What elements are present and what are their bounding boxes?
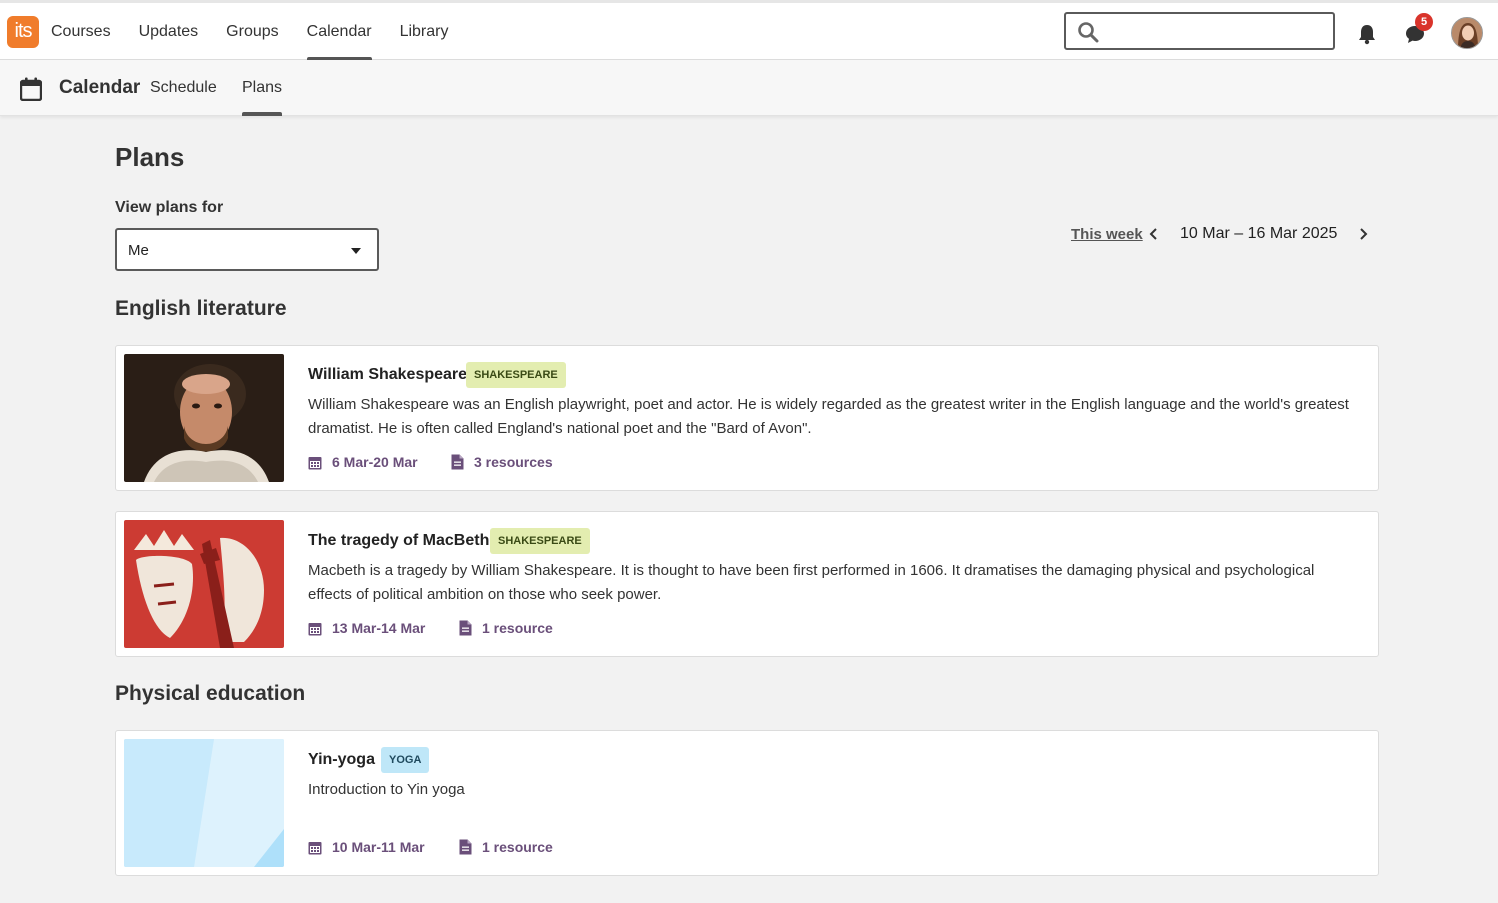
plan-resources-text[interactable]: 3 resources — [474, 454, 553, 470]
plan-resources[interactable]: 3 resources — [451, 454, 553, 470]
view-plans-for-select[interactable]: Me — [115, 228, 379, 271]
calendar-icon — [308, 456, 322, 469]
plan-card[interactable]: William Shakespeare SHAKESPEARE William … — [115, 345, 1379, 491]
search-box[interactable] — [1064, 12, 1335, 50]
plan-tag: YOGA — [381, 747, 430, 773]
plan-dates: 13 Mar-14 Mar — [308, 620, 425, 636]
caret-down-icon — [351, 248, 361, 254]
plan-thumbnail — [124, 354, 284, 482]
document-icon — [459, 839, 472, 855]
nav-item-calendar[interactable]: Calendar — [306, 3, 372, 61]
main-nav: Courses Updates Groups Calendar Library — [51, 3, 476, 61]
plan-dates-text: 13 Mar-14 Mar — [332, 620, 426, 636]
plan-card[interactable]: The tragedy of MacBeth SHAKESPEARE Macbe… — [115, 511, 1379, 657]
nav-item-library[interactable]: Library — [400, 3, 449, 60]
user-avatar-image — [1452, 18, 1482, 48]
plan-dates-text: 6 Mar-20 Mar — [332, 454, 418, 470]
section-title-english-literature: English literature — [115, 297, 287, 320]
nav-item-updates[interactable]: Updates — [139, 3, 199, 60]
messages-badge: 5 — [1415, 13, 1433, 31]
subnav-title: Calendar — [59, 77, 141, 98]
plan-tag: SHAKESPEARE — [466, 362, 566, 388]
plan-dates: 6 Mar-20 Mar — [308, 454, 418, 470]
select-value: Me — [128, 242, 149, 259]
chevron-right-icon[interactable] — [1356, 226, 1370, 242]
tab-plans[interactable]: Plans — [242, 60, 283, 116]
app-logo[interactable]: its — [7, 16, 39, 48]
document-icon — [451, 454, 464, 470]
view-plans-for-label: View plans for — [115, 199, 224, 216]
plan-resources[interactable]: 1 resource — [459, 839, 553, 855]
plan-tag: SHAKESPEARE — [490, 528, 590, 554]
chevron-left-icon[interactable] — [1147, 226, 1161, 242]
plan-title[interactable]: William Shakespeare — [308, 366, 467, 384]
top-navigation-bar: its Courses Updates Groups Calendar Libr… — [0, 0, 1498, 61]
plan-title[interactable]: Yin-yoga — [308, 751, 375, 769]
search-input[interactable] — [1106, 20, 1326, 42]
calendar-subnav: Calendar Schedule Plans — [0, 60, 1498, 116]
plan-title[interactable]: The tragedy of MacBeth — [308, 532, 489, 550]
plan-dates: 10 Mar-11 Mar — [308, 839, 425, 855]
plan-thumbnail — [124, 739, 284, 867]
plan-dates-text: 10 Mar-11 Mar — [332, 839, 425, 855]
nav-item-groups[interactable]: Groups — [226, 3, 278, 60]
plan-resources-text[interactable]: 1 resource — [482, 620, 553, 636]
plan-resources[interactable]: 1 resource — [459, 620, 553, 636]
tab-schedule[interactable]: Schedule — [150, 60, 217, 116]
plan-description: Introduction to Yin yoga — [308, 781, 465, 798]
nav-item-courses[interactable]: Courses — [51, 3, 111, 60]
page-title: Plans — [115, 142, 185, 172]
bell-icon[interactable] — [1356, 23, 1378, 45]
calendar-icon — [308, 622, 322, 635]
plan-thumbnail — [124, 520, 284, 648]
date-range: 10 Mar – 16 Mar 2025 — [1180, 225, 1338, 242]
calendar-icon — [20, 77, 42, 101]
plan-description: Macbeth is a tragedy by William Shakespe… — [308, 562, 1315, 603]
search-icon — [1078, 22, 1099, 43]
this-week-link[interactable]: This week — [1071, 226, 1143, 243]
section-title-physical-education: Physical education — [115, 682, 306, 705]
plan-card[interactable]: Yin-yoga YOGA Introduction to Yin yoga 1… — [115, 730, 1379, 876]
avatar[interactable] — [1451, 17, 1483, 49]
plan-description: William Shakespeare was an English playw… — [308, 396, 1349, 437]
plan-resources-text[interactable]: 1 resource — [482, 839, 553, 855]
calendar-icon — [308, 841, 322, 854]
document-icon — [459, 620, 472, 636]
